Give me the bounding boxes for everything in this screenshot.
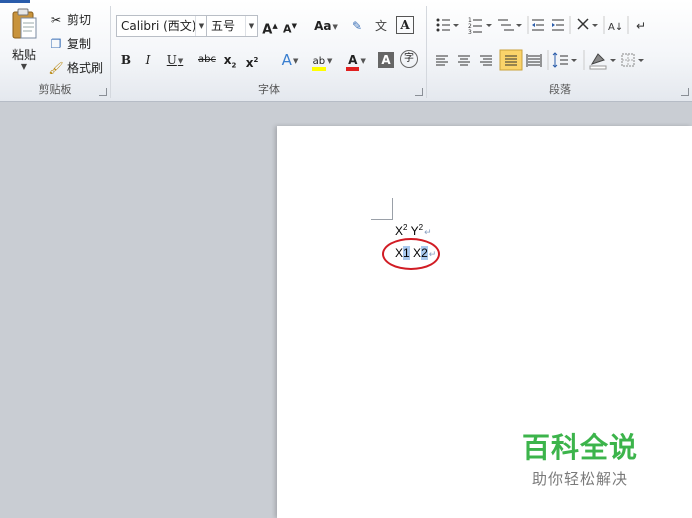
watermark-subtitle: 助你轻松解决 bbox=[531, 470, 628, 488]
char-border-button[interactable]: A bbox=[396, 16, 414, 34]
format-painter-button[interactable]: 🖌 格式刷 bbox=[48, 58, 103, 78]
line-spacing-icon bbox=[552, 52, 577, 68]
chevron-down-icon[interactable]: ▼ bbox=[245, 16, 257, 36]
increase-indent-icon bbox=[552, 19, 564, 31]
active-tab-indicator bbox=[0, 0, 30, 3]
distributed-icon bbox=[526, 54, 542, 67]
cut-label: 剪切 bbox=[67, 13, 92, 27]
font-size-combo[interactable]: 五号 ▼ bbox=[206, 15, 258, 37]
ribbon: 粘贴 ▼ ✂ 剪切 ❐ 复制 🖌 格式刷 剪贴板 Calibri (西文) ▼ 五号 … bbox=[0, 0, 692, 102]
font-group: Calibri (西文) ▼ 五号 ▼ A▲ A▼ Aa▼ ✎ 文 A B I … bbox=[112, 4, 426, 100]
font-group-label: 字体 bbox=[258, 83, 280, 96]
font-size-value: 五号 bbox=[211, 19, 236, 33]
numbering-icon: 123 bbox=[468, 17, 492, 36]
clear-format-icon: ✎ bbox=[351, 19, 363, 33]
subscript-button[interactable]: x2 bbox=[222, 50, 238, 70]
align-right-icon bbox=[480, 55, 492, 66]
watermark: 百科全说 助你轻松解决 bbox=[510, 426, 650, 489]
shrink-font-button[interactable]: A▼ bbox=[282, 16, 298, 36]
clipboard-group: 粘贴 ▼ ✂ 剪切 ❐ 复制 🖌 格式刷 剪贴板 bbox=[0, 4, 110, 100]
align-left-icon bbox=[436, 55, 448, 66]
sort-icon: A↓ bbox=[608, 22, 623, 33]
format-painter-label: 格式刷 bbox=[67, 61, 104, 75]
borders-icon bbox=[621, 53, 644, 67]
enclose-char-button[interactable]: 字 bbox=[400, 50, 418, 68]
text-effects-button[interactable]: A▼ bbox=[276, 50, 304, 70]
paste-button[interactable]: 粘贴 ▼ bbox=[6, 6, 42, 76]
paragraph-dialog-launcher[interactable] bbox=[681, 88, 689, 96]
margin-corner-mark bbox=[371, 198, 393, 220]
cut-button[interactable]: ✂ 剪切 bbox=[48, 10, 91, 30]
paragraph-toolbar-icons: 123 A↓ ↵ bbox=[436, 16, 646, 71]
format-painter-icon: 🖌 bbox=[48, 61, 64, 75]
highlight-button[interactable]: ab ▼ bbox=[308, 50, 336, 71]
phonetic-guide-button[interactable]: 文 bbox=[372, 16, 390, 36]
paragraph-group-label: 段落 bbox=[549, 83, 571, 96]
paragraph-mark: ↵ bbox=[424, 227, 432, 237]
show-marks-icon: ↵ bbox=[636, 19, 646, 33]
grow-font-button[interactable]: A▲ bbox=[262, 16, 278, 37]
clipboard-dialog-launcher[interactable] bbox=[99, 88, 107, 96]
bullets-icon bbox=[436, 18, 459, 32]
font-name-combo[interactable]: Calibri (西文) ▼ bbox=[116, 15, 208, 37]
char-shading-button[interactable]: A bbox=[378, 52, 394, 68]
red-annotation-circle bbox=[382, 238, 440, 270]
decrease-indent-icon bbox=[532, 19, 544, 31]
copy-button[interactable]: ❐ 复制 bbox=[48, 34, 91, 54]
change-case-button[interactable]: Aa▼ bbox=[312, 16, 340, 36]
justify-active-bg bbox=[499, 49, 523, 71]
paste-icon bbox=[12, 8, 37, 39]
doc-line-1[interactable]: X2 Y2↵ bbox=[395, 224, 432, 239]
clipboard-group-label: 剪贴板 bbox=[38, 83, 72, 96]
chevron-down-icon[interactable]: ▼ bbox=[6, 62, 42, 71]
font-color-button[interactable]: A ▼ bbox=[342, 50, 370, 71]
underline-button[interactable]: U▼ bbox=[162, 50, 188, 70]
copy-label: 复制 bbox=[67, 37, 92, 51]
group-divider bbox=[426, 6, 427, 98]
italic-button[interactable]: I bbox=[140, 50, 156, 70]
paragraph-group: 123 A↓ ↵ 段落 bbox=[428, 4, 692, 100]
clear-format-button[interactable]: ✎ bbox=[348, 16, 366, 36]
font-name-value: Calibri (西文) bbox=[121, 19, 197, 33]
paste-label: 粘贴 bbox=[11, 48, 36, 62]
bold-button[interactable]: B bbox=[118, 50, 134, 70]
strikethrough-button[interactable]: abc bbox=[196, 50, 218, 70]
multilevel-list-icon bbox=[498, 19, 522, 31]
watermark-logo: 百科全说 bbox=[521, 431, 638, 464]
font-dialog-launcher[interactable] bbox=[415, 88, 423, 96]
shading-icon bbox=[589, 53, 616, 70]
svg-text:3: 3 bbox=[468, 29, 472, 36]
align-center-icon bbox=[458, 55, 470, 66]
copy-icon: ❐ bbox=[50, 37, 62, 51]
scissors-icon: ✂ bbox=[50, 13, 62, 27]
group-divider bbox=[110, 6, 111, 98]
chinese-layout-icon bbox=[577, 18, 598, 30]
superscript-button[interactable]: x2 bbox=[244, 50, 260, 70]
